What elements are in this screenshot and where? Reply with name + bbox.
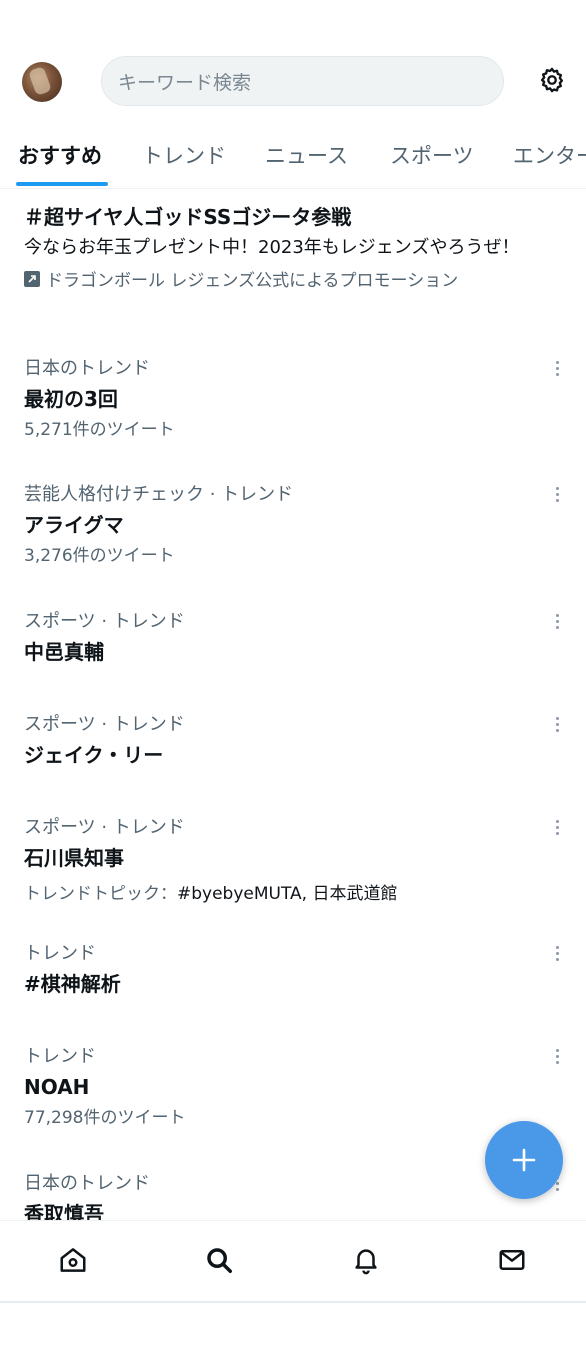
- trend-item[interactable]: 芸能人格付けチェック · トレンド アライグマ 3,276件のツイート: [24, 482, 564, 569]
- tab-trending[interactable]: トレンド: [142, 140, 226, 186]
- bottom-nav: [0, 1220, 586, 1303]
- tab-sports[interactable]: スポーツ: [390, 140, 474, 186]
- trend-context: スポーツ · トレンド: [24, 817, 185, 838]
- trend-tweet-count: 3,276件のツイート: [24, 546, 175, 566]
- more-icon[interactable]: [550, 356, 564, 380]
- search-icon[interactable]: [202, 1243, 236, 1277]
- trend-topic-label: トレンドトピック：: [24, 884, 177, 904]
- active-tab-indicator: [16, 182, 108, 186]
- gear-icon[interactable]: [536, 64, 568, 96]
- trend-item[interactable]: トレンド NOAH 77,298件のツイート: [24, 1044, 564, 1131]
- promoted-icon: [24, 270, 40, 287]
- compose-button[interactable]: [485, 1121, 563, 1199]
- tab-news[interactable]: ニュース: [265, 140, 348, 186]
- trend-name: 石川県知事: [24, 846, 124, 870]
- promoted-title: ＃超サイヤ人ゴッドSSゴジータ参戦: [24, 205, 352, 229]
- tab-entertainment[interactable]: エンター: [513, 140, 586, 186]
- bell-icon[interactable]: [349, 1243, 383, 1277]
- trend-context: スポーツ · トレンド: [24, 714, 185, 735]
- trend-item[interactable]: スポーツ · トレンド 石川県知事 トレンドトピック：#byebyeMUTA, …: [24, 815, 564, 907]
- trend-context: 芸能人格付けチェック · トレンド: [24, 484, 294, 505]
- trend-name: アライグマ: [24, 513, 124, 537]
- trend-item[interactable]: 日本のトレンド 最初の3回 5,271件のツイート: [24, 356, 564, 443]
- more-icon[interactable]: [550, 941, 564, 965]
- trend-context: スポーツ · トレンド: [24, 611, 185, 632]
- trend-context: 日本のトレンド: [24, 358, 150, 379]
- more-icon[interactable]: [550, 609, 564, 633]
- trend-name: 中邑真輔: [24, 640, 104, 664]
- trend-name: ジェイク・リー: [24, 743, 164, 767]
- search-input[interactable]: キーワード検索: [101, 56, 504, 106]
- mail-icon[interactable]: [495, 1243, 529, 1277]
- trend-item[interactable]: スポーツ · トレンド 中邑真輔: [24, 609, 564, 667]
- trend-name: #棋神解析: [24, 972, 121, 996]
- trend-context: 日本のトレンド: [24, 1173, 150, 1194]
- search-placeholder: キーワード検索: [118, 71, 252, 94]
- more-icon[interactable]: [550, 1044, 564, 1068]
- top-bar: キーワード検索: [0, 0, 586, 130]
- more-icon[interactable]: [550, 815, 564, 839]
- trend-item[interactable]: トレンド #棋神解析: [24, 941, 564, 999]
- trend-context: トレンド: [24, 1046, 96, 1067]
- trend-topic-values: #byebyeMUTA, 日本武道館: [177, 884, 398, 904]
- home-icon[interactable]: [56, 1243, 90, 1277]
- promoted-by: ドラゴンボール レジェンズ公式によるプロモーション: [24, 266, 564, 291]
- trend-name: NOAH: [24, 1075, 90, 1099]
- avatar[interactable]: [22, 62, 62, 102]
- more-icon[interactable]: [550, 712, 564, 736]
- promoted-trend[interactable]: ＃超サイヤ人ゴッドSSゴジータ参戦 今ならお年玉プレゼント中！2023年もレジェ…: [24, 202, 564, 291]
- trend-name: 最初の3回: [24, 387, 118, 411]
- promoted-body: 今ならお年玉プレゼント中！2023年もレジェンズやろうぜ！: [24, 237, 520, 258]
- plus-icon: [512, 1148, 536, 1172]
- trend-tweet-count: 5,271件のツイート: [24, 420, 175, 440]
- tab-recommended[interactable]: おすすめ: [18, 140, 102, 186]
- trend-item[interactable]: スポーツ · トレンド ジェイク・リー: [24, 712, 564, 770]
- explore-tabs: おすすめ トレンド ニュース スポーツ エンター: [0, 130, 586, 189]
- trend-tweet-count: 77,298件のツイート: [24, 1108, 186, 1128]
- more-icon[interactable]: [550, 482, 564, 506]
- trend-topic: トレンドトピック：#byebyeMUTA, 日本武道館: [24, 881, 564, 907]
- trend-context: トレンド: [24, 943, 96, 964]
- promoted-by-label: ドラゴンボール レジェンズ公式によるプロモーション: [46, 271, 459, 291]
